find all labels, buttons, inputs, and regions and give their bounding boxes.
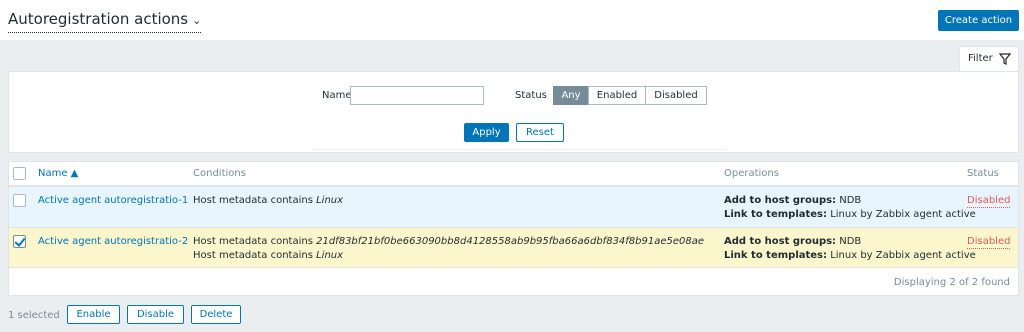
column-header-name[interactable]: Name ▲ bbox=[38, 168, 78, 179]
delete-button[interactable]: Delete bbox=[191, 305, 241, 324]
actions-table: Name ▲ Conditions Operations Status Acti… bbox=[8, 161, 1019, 296]
status-toggle-link[interactable]: Disabled bbox=[967, 195, 1011, 208]
condition-text: Host metadata contains Linux bbox=[193, 250, 344, 261]
page-title[interactable]: Autoregistration actions ⌄ bbox=[8, 10, 202, 33]
enable-button[interactable]: Enable bbox=[67, 305, 120, 324]
filter-tab-label: Filter bbox=[968, 53, 993, 64]
table-header: Name ▲ Conditions Operations Status bbox=[9, 162, 1018, 187]
create-action-button[interactable]: Create action bbox=[938, 10, 1019, 31]
operation-text: Add to host groups: NDB bbox=[724, 236, 862, 247]
condition-text: Host metadata contains 21df83bf21bf0be66… bbox=[193, 236, 705, 247]
table-row: Active agent autoregistratio-2 Host meta… bbox=[9, 228, 1018, 268]
name-filter-input[interactable] bbox=[350, 86, 484, 105]
row-checkbox[interactable] bbox=[13, 235, 26, 248]
action-name-link[interactable]: Active agent autoregistratio-2 bbox=[38, 235, 188, 249]
operation-text: Link to templates: Linux by Zabbix agent… bbox=[724, 250, 976, 261]
operation-text: Link to templates: Linux by Zabbix agent… bbox=[724, 209, 976, 220]
disable-button[interactable]: Disable bbox=[127, 305, 184, 324]
paging-summary: Displaying 2 of 2 found bbox=[893, 277, 1010, 288]
status-filter-label: Status bbox=[515, 90, 547, 101]
condition-text: Host metadata contains Linux bbox=[193, 195, 344, 206]
page-header: Autoregistration actions ⌄ Create action bbox=[0, 0, 1024, 40]
table-row: Active agent autoregistratio-1 Host meta… bbox=[9, 187, 1018, 228]
status-option-enabled[interactable]: Enabled bbox=[588, 86, 646, 105]
chevron-down-icon: ⌄ bbox=[192, 14, 202, 27]
status-option-disabled[interactable]: Disabled bbox=[645, 86, 707, 105]
status-toggle-link[interactable]: Disabled bbox=[967, 236, 1011, 249]
operation-text: Add to host groups: NDB bbox=[724, 195, 862, 206]
status-option-any[interactable]: Any bbox=[553, 86, 589, 105]
row-checkbox[interactable] bbox=[13, 194, 26, 207]
column-header-operations: Operations bbox=[724, 168, 779, 179]
page-title-text: Autoregistration actions bbox=[8, 10, 189, 28]
tab-filter[interactable]: Filter bbox=[959, 46, 1019, 72]
name-filter-label: Name bbox=[322, 90, 352, 101]
apply-button[interactable]: Apply bbox=[464, 123, 509, 142]
selected-count: 1 selected bbox=[8, 310, 60, 321]
column-header-status: Status bbox=[967, 168, 999, 179]
reset-button[interactable]: Reset bbox=[516, 123, 564, 142]
action-name-link[interactable]: Active agent autoregistratio-1 bbox=[38, 194, 188, 208]
column-header-conditions: Conditions bbox=[193, 168, 246, 179]
filter-panel bbox=[8, 71, 1019, 153]
filter-icon bbox=[999, 53, 1011, 65]
select-all-checkbox[interactable] bbox=[13, 167, 26, 180]
